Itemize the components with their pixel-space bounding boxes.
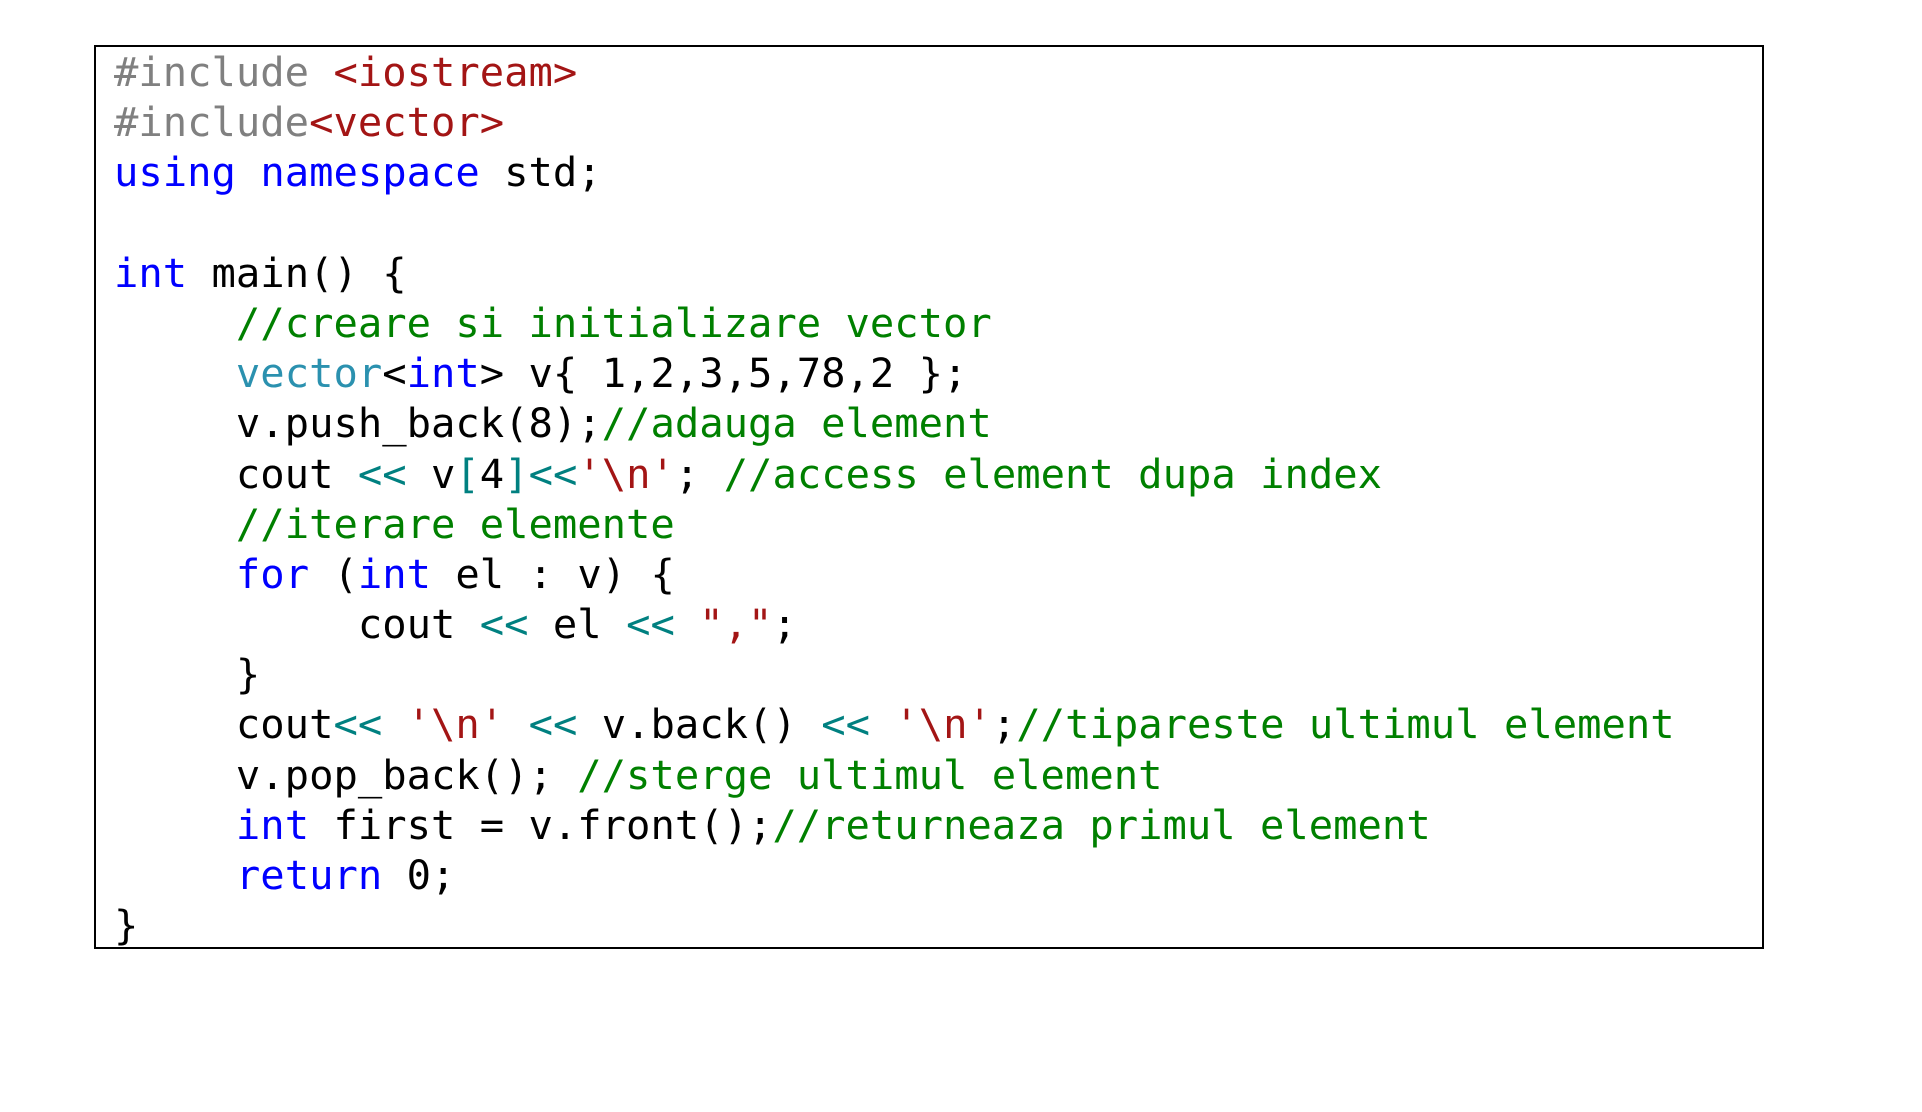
code-token-plain: } <box>114 901 139 950</box>
code-token-include: <vector> <box>309 98 505 147</box>
code-token-keyword: using <box>114 148 236 197</box>
code-line: } <box>114 900 1675 950</box>
code-token-comment: //access element dupa index <box>723 449 1383 498</box>
code-line: #include<vector> <box>114 97 1675 147</box>
code-line: v.push_back(8);//adauga element <box>114 398 1675 448</box>
code-line: int first = v.front();//returneaza primu… <box>114 800 1675 850</box>
code-line: cout << el << ","; <box>114 599 1675 649</box>
code-token-keyword: for <box>235 549 310 598</box>
code-token-preproc: #include <box>114 48 334 96</box>
code-block: #include <iostream> #include<vector> using… <box>94 45 1764 949</box>
code-token-operator: << <box>626 600 675 649</box>
code-token-preproc: #include <box>114 98 310 147</box>
code-token-comment: //creare si initializare vector <box>235 298 992 347</box>
code-token-plain: el <box>528 600 627 649</box>
code-token-type: vector <box>235 349 383 398</box>
code-token-plain: v <box>406 449 456 498</box>
code-token-string: '\n' <box>577 449 675 498</box>
code-token-plain: v.back() <box>577 700 822 749</box>
code-token-comment: //tipareste ultimul element <box>1016 700 1675 749</box>
code-token-plain: cout <box>114 449 358 498</box>
code-token-plain: std; <box>479 148 602 197</box>
code-token-keyword: int <box>357 549 432 598</box>
code-line: ​ <box>114 198 1675 248</box>
code-token-comment: //returneaza primul element <box>772 800 1431 849</box>
code-token-keyword: int <box>114 248 188 297</box>
code-token-plain: el : v) { <box>431 549 675 598</box>
code-token-plain: cout <box>114 600 480 649</box>
code-token-keyword: namespace <box>260 148 480 197</box>
code-token-string: '\n' <box>894 700 992 749</box>
code-token-plain: > v{ 1,2,3,5,78,2 }; <box>479 349 968 398</box>
code-token-comment: //adauga element <box>601 399 992 448</box>
code-token-plain: ; <box>991 700 1017 749</box>
code-line: int main() { <box>114 248 1675 298</box>
code-token-operator: << <box>479 600 529 649</box>
code-token-plain: first = v.front(); <box>309 800 773 849</box>
code-line: //iterare elemente <box>114 499 1675 549</box>
code-token-plain: cout <box>114 700 334 749</box>
code-line: for (int el : v) { <box>114 549 1675 599</box>
code-line: v.pop_back(); //sterge ultimul element <box>114 750 1675 800</box>
code-line: //creare si initializare vector <box>114 298 1675 348</box>
code-line: return 0; <box>114 850 1675 900</box>
code-token-include: <iostream> <box>333 48 578 96</box>
code-line: cout<< '\n' << v.back() << '\n';//tipare… <box>114 699 1675 749</box>
code-line: vector<int> v{ 1,2,3,5,78,2 }; <box>114 348 1675 398</box>
code-token-operator: << <box>357 449 407 498</box>
code-token-comment: //iterare elemente <box>235 499 675 548</box>
code-listing: #include <iostream> #include<vector> using… <box>114 47 1675 950</box>
code-token-operator: << <box>528 700 578 749</box>
code-token-operator: << <box>821 700 870 749</box>
code-line: } <box>114 649 1675 699</box>
code-token-plain: v.pop_back(); <box>114 750 578 799</box>
code-token-plain: main() { <box>187 248 407 297</box>
code-token-operator: ]<< <box>504 449 578 498</box>
code-line: using namespace std; <box>114 147 1675 197</box>
code-token-keyword: return <box>235 851 383 899</box>
code-token-keyword: int <box>406 349 480 398</box>
code-token-string: "," <box>699 600 773 649</box>
code-token-plain: < <box>382 349 407 398</box>
code-token-plain: } <box>114 650 261 699</box>
code-line: cout << v[4]<<'\n'; //access element dup… <box>114 449 1675 499</box>
code-token-keyword: int <box>235 800 310 849</box>
code-token-operator: << <box>333 700 383 749</box>
code-token-plain: ; <box>772 600 797 649</box>
code-token-plain: 0; <box>382 851 456 899</box>
code-token-comment: //sterge ultimul element <box>577 750 1163 799</box>
code-token-plain: ( <box>309 549 358 598</box>
code-token-string: '\n' <box>406 700 505 749</box>
code-token-plain: 4 <box>479 449 505 498</box>
code-line: #include <iostream> <box>114 47 1675 97</box>
code-token-plain: v.push_back(8); <box>114 399 602 448</box>
code-token-operator: [ <box>455 449 480 498</box>
code-token-plain: ; <box>674 449 724 498</box>
